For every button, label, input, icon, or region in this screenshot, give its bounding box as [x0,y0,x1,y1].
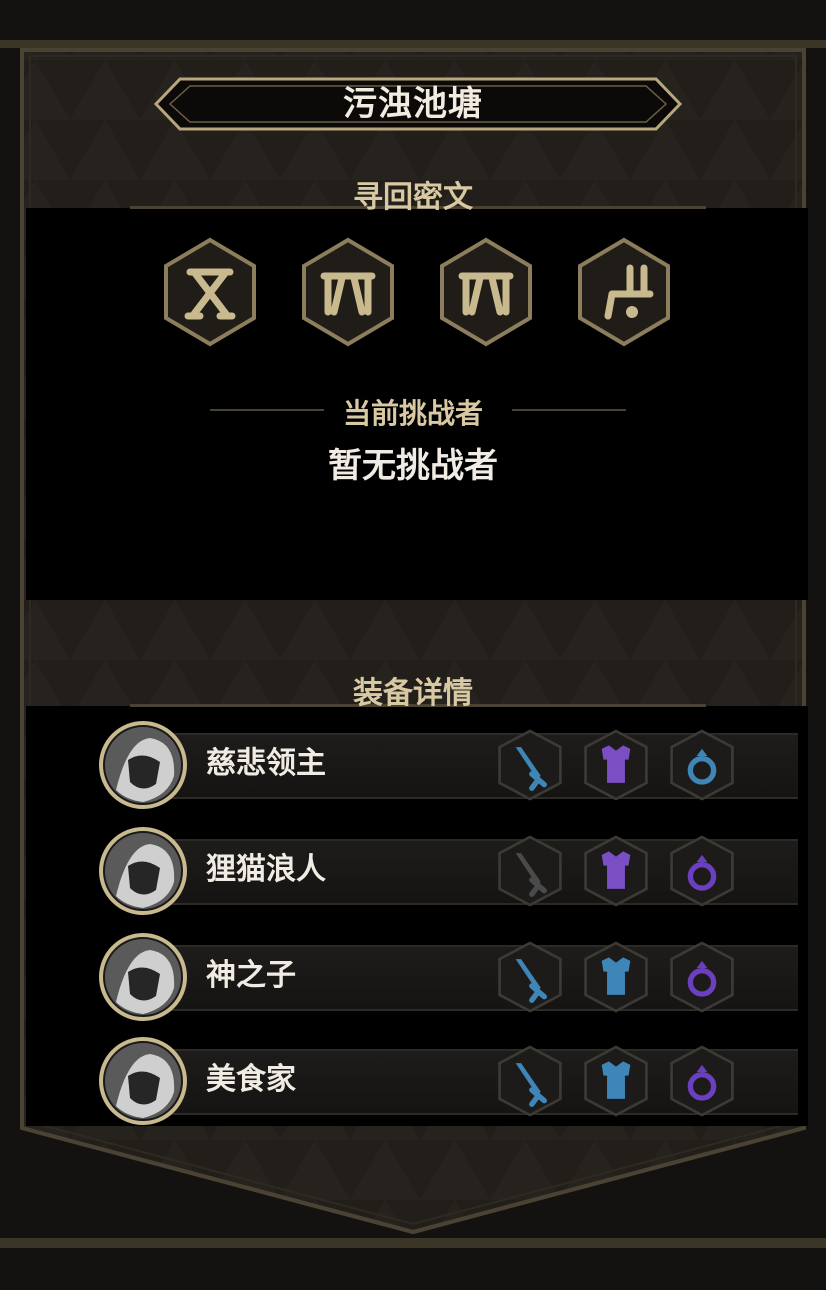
hero-row[interactable]: 神之子 [98,932,798,1022]
hero-name: 慈悲领主 [206,746,326,781]
hero-avatar[interactable] [98,1036,188,1126]
ring-icon[interactable] [668,725,736,805]
equipment-label: 装备详情 [353,676,473,711]
sword-icon[interactable] [496,725,564,805]
ring-icon[interactable] [668,937,736,1017]
hero-name: 美食家 [206,1062,296,1097]
sword-icon[interactable] [496,1041,564,1121]
stage-title: 污浊池塘 [343,84,483,124]
sword-icon[interactable] [496,937,564,1017]
rune-hook-icon [578,237,670,347]
bottom-frame-border [0,1238,826,1248]
runes-label: 寻回密文 [353,180,473,215]
rune-x-icon [164,237,256,347]
armor-icon[interactable] [582,1041,650,1121]
hero-avatar[interactable] [98,826,188,916]
hero-name: 狸猫浪人 [206,852,326,887]
hero-row[interactable]: 慈悲领主 [98,720,798,810]
ring-icon[interactable] [668,831,736,911]
rune-arch-icon [440,237,532,347]
ring-icon[interactable] [668,1041,736,1121]
armor-icon[interactable] [582,831,650,911]
armor-icon[interactable] [582,937,650,1017]
hero-row[interactable]: 美食家 [98,1036,798,1126]
hero-name: 神之子 [206,958,296,993]
sword-icon[interactable] [496,831,564,911]
hero-avatar[interactable] [98,720,188,810]
armor-icon[interactable] [582,725,650,805]
challenger-value: 暂无挑战者 [328,446,498,486]
hero-row[interactable]: 狸猫浪人 [98,826,798,916]
challenger-label: 当前挑战者 [342,397,483,430]
rune-arch-icon [302,237,394,347]
hero-avatar[interactable] [98,932,188,1022]
